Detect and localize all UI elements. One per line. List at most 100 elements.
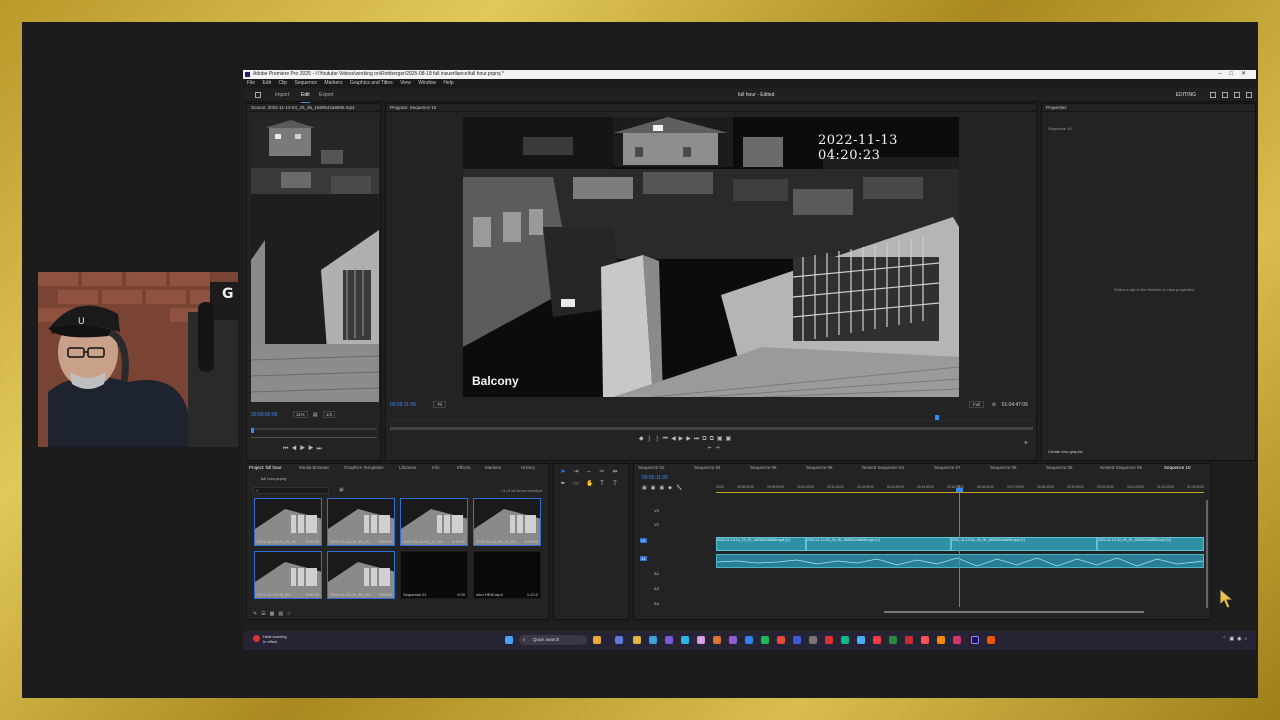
system-tray[interactable]: ⌃▣◉♪ bbox=[1222, 636, 1250, 642]
file-explorer-icon[interactable] bbox=[633, 636, 641, 644]
tab-sequence[interactable]: Sequence 06 bbox=[750, 464, 777, 472]
timeline-playhead[interactable] bbox=[959, 485, 960, 607]
source-wrench-icon[interactable]: ▤ bbox=[313, 412, 318, 418]
source-transport-controls[interactable]: ⏮◀▶▶⏭ bbox=[283, 446, 325, 453]
tab-media-browser[interactable]: Media Browser bbox=[299, 464, 329, 472]
tab-sequence-active[interactable]: Sequence 10 bbox=[1164, 464, 1191, 472]
pen-icon[interactable]: ✒ bbox=[560, 481, 566, 487]
timeline-clip-video[interactable]: 2022-11-13-04_49_00_1669542a6808.mp4 [V] bbox=[1097, 537, 1204, 551]
firefox-icon[interactable] bbox=[713, 636, 721, 644]
tab-info[interactable]: Info bbox=[432, 464, 440, 472]
app-icon[interactable] bbox=[761, 636, 769, 644]
track-a2[interactable]: A2 bbox=[654, 571, 659, 576]
timeline-clip-video[interactable]: 2022-11-13-04_29_00_1669542a6808.mp4 [V] bbox=[806, 537, 951, 551]
project-item[interactable]: 2022-11-13-04_19_00... 5:00:00 bbox=[473, 498, 541, 546]
tab-export[interactable]: Export bbox=[319, 88, 333, 102]
weather-alert[interactable]: Heat warning In effect bbox=[263, 634, 287, 644]
program-playhead[interactable] bbox=[935, 415, 939, 420]
menu-markers[interactable]: Markers bbox=[324, 80, 342, 86]
add-button-icon[interactable]: + bbox=[1024, 440, 1028, 447]
program-timecode[interactable]: 00:55:11:05 bbox=[390, 402, 416, 408]
program-zoom-bar[interactable] bbox=[390, 427, 1033, 430]
acrobat-icon[interactable] bbox=[905, 636, 913, 644]
type-icon[interactable]: T bbox=[599, 481, 605, 487]
fullscreen-icon[interactable] bbox=[1234, 92, 1240, 98]
program-transport-controls[interactable]: ◆❘❘⏮◀▶▶⏭⧉⧉▣▣ bbox=[639, 435, 734, 443]
project-item[interactable]: 2022-11-13-04_39_00... 5:00:00 bbox=[254, 498, 322, 546]
timeline-timecode[interactable]: 00:55:11:05 bbox=[642, 475, 668, 481]
workspace-label[interactable]: EDITING bbox=[1176, 88, 1196, 102]
timeline-toolbar[interactable]: ▣▣▣◆🔧 bbox=[642, 485, 686, 491]
tab-sequence[interactable]: Sequence 04 bbox=[694, 464, 721, 472]
tab-sequence[interactable]: Sequence 07 bbox=[934, 464, 961, 472]
start-icon[interactable] bbox=[505, 636, 513, 644]
tab-sequence[interactable]: Sequence 06 bbox=[806, 464, 833, 472]
app-icon[interactable] bbox=[825, 636, 833, 644]
tab-graphics-templates[interactable]: Graphics Templates bbox=[344, 464, 384, 472]
app-icon[interactable] bbox=[697, 636, 705, 644]
tab-edit[interactable]: Edit bbox=[301, 88, 310, 103]
share-icon[interactable] bbox=[1222, 92, 1228, 98]
source-zoom-bar[interactable] bbox=[251, 437, 377, 438]
menu-clip[interactable]: Clip bbox=[278, 80, 287, 86]
ripple-edit-icon[interactable]: ⇔ bbox=[586, 469, 592, 475]
menu-edit[interactable]: Edit bbox=[262, 80, 271, 86]
tab-import[interactable]: Import bbox=[275, 88, 289, 102]
quick-export-icon[interactable] bbox=[1246, 92, 1252, 98]
task-view-icon[interactable] bbox=[615, 636, 623, 644]
vlc-icon[interactable] bbox=[987, 636, 995, 644]
app-icon[interactable] bbox=[937, 636, 945, 644]
new-bin-icon[interactable]: ▣ bbox=[339, 487, 344, 493]
menu-help[interactable]: Help bbox=[443, 80, 453, 86]
timeline-clip-audio[interactable] bbox=[716, 554, 1204, 568]
project-item[interactable]: 2022-11-13-04_50... 5:00:00 bbox=[254, 551, 322, 599]
menu-view[interactable]: View bbox=[400, 80, 411, 86]
menu-sequence[interactable]: Sequence bbox=[294, 80, 317, 86]
tab-sequence[interactable]: Sequence 02 bbox=[638, 464, 665, 472]
track-select-icon[interactable]: ⇥ bbox=[573, 469, 579, 475]
rectangle-icon[interactable]: ▭ bbox=[573, 481, 579, 487]
caption-icon[interactable]: T bbox=[612, 481, 618, 487]
track-a3[interactable]: A3 bbox=[654, 586, 659, 591]
project-item-sequence[interactable]: Sequence 01 0:00 bbox=[400, 551, 468, 599]
app-icon[interactable] bbox=[873, 636, 881, 644]
weather-alert-icon[interactable] bbox=[253, 635, 260, 642]
app-icon[interactable] bbox=[729, 636, 737, 644]
project-item-intro[interactable]: intro HEM.mp4 1:12:0 bbox=[473, 551, 541, 599]
app-icon[interactable] bbox=[921, 636, 929, 644]
program-wrench-icon[interactable]: ⚙ bbox=[992, 402, 996, 408]
tab-markers[interactable]: Markers bbox=[485, 464, 501, 472]
program-ruler[interactable] bbox=[390, 420, 1033, 421]
program-quality-select[interactable]: Full bbox=[969, 401, 985, 408]
app-icon[interactable] bbox=[809, 636, 817, 644]
tab-effects[interactable]: Effects bbox=[457, 464, 471, 472]
selection-tool-icon[interactable]: ➤ bbox=[560, 469, 566, 475]
source-playhead[interactable] bbox=[251, 428, 254, 433]
track-a4[interactable]: A4 bbox=[654, 601, 659, 606]
app-icon[interactable] bbox=[953, 636, 961, 644]
create-graphic-button[interactable]: Create new graphic bbox=[1048, 449, 1083, 454]
track-v1[interactable]: V1 bbox=[640, 538, 647, 543]
tab-sequence[interactable]: Sequence 08 bbox=[990, 464, 1017, 472]
app-icon[interactable] bbox=[857, 636, 865, 644]
hand-icon[interactable]: ✋ bbox=[586, 481, 593, 487]
timeline-horizontal-scrollbar[interactable] bbox=[884, 611, 1144, 613]
home-icon[interactable] bbox=[255, 92, 261, 98]
timeline-clip-video[interactable]: 2022-11-13-04_39_00_1669542a6808.mp4 [V] bbox=[951, 537, 1097, 551]
track-a1[interactable]: A1 bbox=[640, 556, 647, 561]
chrome-icon[interactable] bbox=[777, 636, 785, 644]
track-v3[interactable]: V3 bbox=[654, 508, 659, 513]
tab-sequence[interactable]: Nested Sequence 04 bbox=[862, 464, 904, 472]
project-footer-tools[interactable]: ✎☰▦▤○ bbox=[253, 611, 294, 617]
edge-icon[interactable] bbox=[649, 636, 657, 644]
facebook-icon[interactable] bbox=[745, 636, 753, 644]
slip-icon[interactable]: ⇹ bbox=[612, 469, 618, 475]
menu-window[interactable]: Window bbox=[418, 80, 436, 86]
tab-project[interactable]: Project: full hour bbox=[249, 464, 282, 472]
project-item[interactable]: 2022-11-13-04_39_00... 5:00:00 bbox=[327, 498, 395, 546]
program-fit-select[interactable]: Fit bbox=[433, 401, 447, 408]
workspace-icon[interactable] bbox=[1210, 92, 1216, 98]
timeline-clip-video[interactable]: 2022-11-13-04_19_00_1669542a6808.mp4 [V] bbox=[716, 537, 806, 551]
source-zoom-select[interactable]: 11% bbox=[292, 411, 308, 418]
timeline-playhead-handle[interactable] bbox=[956, 488, 963, 492]
